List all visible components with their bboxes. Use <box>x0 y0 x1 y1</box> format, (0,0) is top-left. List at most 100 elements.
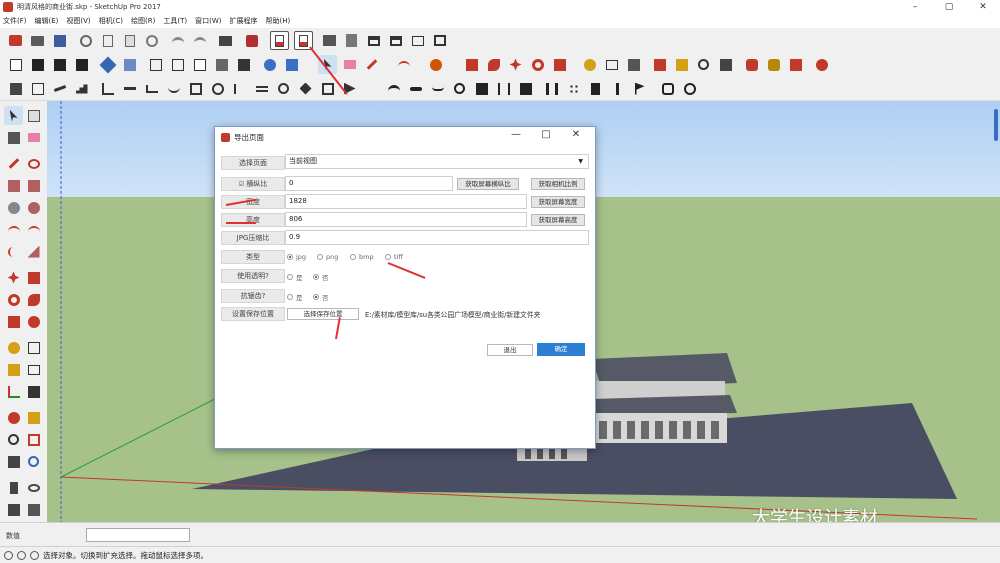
get-screen-aspect-button[interactable]: 获取屏幕横纵比 <box>457 178 519 190</box>
palette-protractor-icon[interactable] <box>4 360 23 379</box>
swirl-icon[interactable] <box>450 79 469 98</box>
dimension-style-icon[interactable] <box>72 55 91 74</box>
palette-pan-icon[interactable] <box>24 408 43 427</box>
axis-icon[interactable] <box>98 79 117 98</box>
protractor-icon[interactable] <box>672 55 691 74</box>
palette-line-icon[interactable] <box>4 154 23 173</box>
width-input[interactable]: 1828 <box>285 194 527 209</box>
palette-pushpull-icon[interactable] <box>24 268 43 287</box>
curve-icon[interactable] <box>164 79 183 98</box>
measurements-input[interactable] <box>86 528 190 542</box>
palette-3pt-arc-icon[interactable] <box>4 242 23 261</box>
dialog-close-button[interactable]: ✕ <box>561 129 591 140</box>
wave-icon[interactable] <box>428 79 447 98</box>
menu-view[interactable]: 视图(V) <box>66 16 90 26</box>
palette-section-icon[interactable] <box>24 500 43 519</box>
bars-icon[interactable] <box>542 79 561 98</box>
antialias-no-radio[interactable]: 否 <box>313 292 329 302</box>
text-style-icon[interactable] <box>50 55 69 74</box>
palette-rectangle-icon[interactable] <box>4 176 23 195</box>
maximize-button[interactable]: ▢ <box>932 0 966 14</box>
menu-file[interactable]: 文件(F) <box>3 16 27 26</box>
cut-icon[interactable] <box>76 31 95 50</box>
erase-icon[interactable] <box>142 31 161 50</box>
components-icon[interactable] <box>764 55 783 74</box>
scale-tool-icon[interactable] <box>550 55 569 74</box>
select-page-dropdown[interactable]: 当前视图 ▼ <box>285 154 589 169</box>
type-png-radio[interactable]: png <box>317 253 338 261</box>
line-tool-icon[interactable] <box>362 55 381 74</box>
tape-measure-icon[interactable] <box>580 55 599 74</box>
menu-extensions[interactable]: 扩展程序 <box>229 16 257 26</box>
open-icon[interactable] <box>28 31 47 50</box>
type-bmp-radio[interactable]: bmp <box>350 253 374 261</box>
palette-prev-view-icon[interactable] <box>24 452 43 471</box>
paint-bucket-icon[interactable] <box>624 55 643 74</box>
section-icon[interactable] <box>342 31 361 50</box>
pen-icon[interactable] <box>608 79 627 98</box>
wall-icon[interactable] <box>28 79 47 98</box>
choose-save-location-button[interactable]: 选择保存位置 <box>287 308 359 320</box>
palette-eraser-icon[interactable] <box>24 128 43 147</box>
move-tool-icon[interactable] <box>506 55 525 74</box>
styles-icon[interactable] <box>786 55 805 74</box>
palette-2pt-arc-icon[interactable] <box>24 220 43 239</box>
model-info-icon[interactable] <box>242 31 261 50</box>
geo-location-icon[interactable] <box>4 550 13 560</box>
arc-tool-icon[interactable] <box>394 55 413 74</box>
get-screen-width-button[interactable]: 获取屏幕宽度 <box>531 196 585 208</box>
palette-axes-icon[interactable] <box>4 382 23 401</box>
type-tiff-radio[interactable]: tiff <box>385 253 403 261</box>
palette-move-icon[interactable] <box>4 268 23 287</box>
chain-icon[interactable] <box>406 79 425 98</box>
fence-icon[interactable] <box>472 79 491 98</box>
palette-component-icon[interactable] <box>24 106 43 125</box>
orbit-icon[interactable] <box>260 55 279 74</box>
walk-icon[interactable] <box>650 55 669 74</box>
menu-camera[interactable]: 相机(C) <box>99 16 123 26</box>
flatten-icon[interactable] <box>120 79 139 98</box>
shape-tool-icon[interactable] <box>426 55 445 74</box>
palette-look-around-icon[interactable] <box>24 478 43 497</box>
palette-offset-icon[interactable] <box>24 312 43 331</box>
subdivide-icon[interactable] <box>296 79 315 98</box>
house-icon[interactable] <box>386 31 405 50</box>
credits-icon[interactable] <box>17 550 26 560</box>
home-icon[interactable] <box>364 31 383 50</box>
type-jpg-radio[interactable]: jpg <box>287 253 306 261</box>
outline-house-icon[interactable] <box>408 31 427 50</box>
transparent-no-radio[interactable]: 否 <box>313 272 329 282</box>
frame-icon[interactable] <box>186 79 205 98</box>
palette-zoom-window-icon[interactable] <box>24 430 43 449</box>
slope-icon[interactable] <box>50 79 69 98</box>
iso-view-icon[interactable] <box>98 55 117 74</box>
fold-icon[interactable] <box>142 79 161 98</box>
rails-icon[interactable] <box>252 79 271 98</box>
record-icon[interactable] <box>680 79 699 98</box>
flag-icon[interactable] <box>630 79 649 98</box>
building-icon[interactable] <box>430 31 449 50</box>
cancel-button[interactable]: 退出 <box>487 344 533 356</box>
dots-grid-icon[interactable] <box>564 79 583 98</box>
palette-followme-icon[interactable] <box>24 290 43 309</box>
ok-button[interactable]: 确定 <box>537 343 585 356</box>
minimize-button[interactable]: – <box>898 0 932 14</box>
palette-freehand-icon[interactable] <box>24 154 43 173</box>
hidden-line-icon[interactable] <box>190 55 209 74</box>
getting-started-icon[interactable] <box>6 31 25 50</box>
palette-zoom-icon[interactable] <box>4 430 23 449</box>
get-screen-height-button[interactable]: 获取屏幕高度 <box>531 214 585 226</box>
palette-zoom-extents-icon[interactable] <box>4 452 23 471</box>
palette-tape-icon[interactable] <box>4 338 23 357</box>
dialog-minimize-button[interactable]: — <box>501 129 531 140</box>
height-input[interactable]: 806 <box>285 212 527 227</box>
palette-paint-icon[interactable] <box>4 128 23 147</box>
aspect-checkbox-icon[interactable]: ☑ <box>239 181 244 188</box>
eraser-tool-icon[interactable] <box>340 55 359 74</box>
palette-polygon-icon[interactable] <box>24 198 43 217</box>
palette-3dtext-icon[interactable] <box>24 382 43 401</box>
materials-icon[interactable] <box>742 55 761 74</box>
top-view-icon[interactable] <box>120 55 139 74</box>
palette-text-icon[interactable] <box>24 360 43 379</box>
shaded-icon[interactable] <box>212 55 231 74</box>
